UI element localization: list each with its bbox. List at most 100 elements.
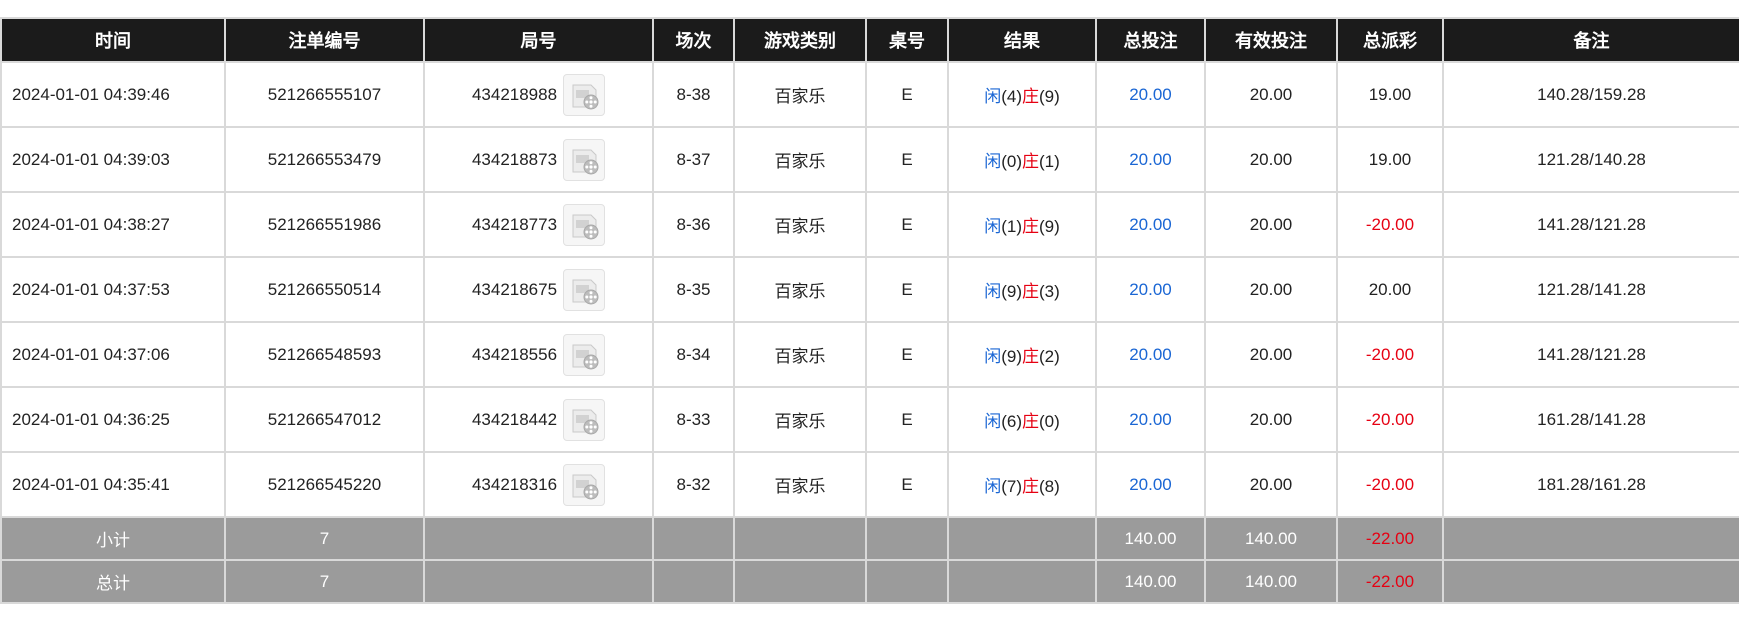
cell-total-bet: 20.00 [1095,126,1206,193]
cell-session: 8-37 [652,126,735,193]
round-id-group: 434218556 [426,333,651,376]
table-row: 2024-01-01 04:39:03 521266553479 434218873… [0,126,1739,193]
header-table-no: 桌号 [865,17,949,63]
film-reel-glyph [572,344,599,369]
summary-payout: -22.00 [1336,516,1444,561]
summary-valid-bet: 140.00 [1204,516,1338,561]
cell-game-type: 百家乐 [733,386,867,453]
cell-bet-id: 521266545220 [224,451,425,518]
header-time: 时间 [0,17,226,63]
summary-empty-cell [1442,559,1739,604]
video-replay-icon[interactable] [563,398,606,441]
cell-result: 闲(4)庄(9) [947,61,1097,128]
video-replay-icon[interactable] [563,268,606,311]
table-row: 2024-01-01 04:38:27 521266551986 434218773… [0,191,1739,258]
round-id-text: 434218773 [471,214,558,234]
cell-bet-id: 521266550514 [224,256,425,323]
round-id-text: 434218556 [471,344,558,364]
cell-game-type: 百家乐 [733,61,867,128]
round-id-group: 434218675 [426,268,651,311]
cell-table-no: E [865,451,949,518]
table-header-row: 时间 注单编号 局号 场次 游戏类别 桌号 结果 总投注 有效投注 总派彩 备注 [0,17,1739,63]
summary-empty-cell [733,516,867,561]
cell-time: 2024-01-01 04:39:46 [0,61,226,128]
summary-empty-cell [1442,516,1739,561]
cell-result: 闲(6)庄(0) [947,386,1097,453]
cell-bet-id: 521266551986 [224,191,425,258]
cell-game-type: 百家乐 [733,126,867,193]
player-points: (4) [1001,87,1022,106]
cell-payout: -20.00 [1336,321,1444,388]
summary-empty-cell [733,559,867,604]
round-id-text: 434218442 [471,409,558,429]
video-replay-icon[interactable] [563,333,606,376]
table-row: 2024-01-01 04:39:46 521266555107 434218988… [0,61,1739,128]
summary-count: 7 [224,516,425,561]
cell-remark: 141.28/121.28 [1442,191,1739,258]
cell-time: 2024-01-01 04:37:06 [0,321,226,388]
cell-payout: -20.00 [1336,386,1444,453]
cell-time: 2024-01-01 04:39:03 [0,126,226,193]
round-id-text: 434218873 [471,149,558,169]
cell-valid-bet: 20.00 [1204,256,1338,323]
player-label: 闲 [984,217,1002,237]
bet-records-page: 时间 注单编号 局号 场次 游戏类别 桌号 结果 总投注 有效投注 总派彩 备注 2024-01-0… [0,0,1739,624]
player-points: (7) [1001,477,1022,496]
cell-session: 8-36 [652,191,735,258]
cell-time: 2024-01-01 04:38:27 [0,191,226,258]
cell-round-id: 434218873 [423,126,654,193]
cell-result: 闲(9)庄(2) [947,321,1097,388]
subtotal-row: 小计 7 140.00 140.00 -22.00 [0,516,1739,561]
player-label: 闲 [984,87,1002,107]
banker-points: (0) [1039,412,1060,431]
cell-payout: -20.00 [1336,451,1444,518]
cell-round-id: 434218556 [423,321,654,388]
video-replay-icon[interactable] [563,203,606,246]
video-replay-icon[interactable] [563,463,606,506]
film-reel-glyph [572,409,599,434]
summary-total-bet: 140.00 [1095,516,1206,561]
banker-points: (9) [1039,217,1060,236]
cell-session: 8-33 [652,386,735,453]
player-points: (1) [1001,217,1022,236]
round-id-group: 434218988 [426,73,651,116]
cell-round-id: 434218316 [423,451,654,518]
cell-total-bet: 20.00 [1095,386,1206,453]
cell-remark: 181.28/161.28 [1442,451,1739,518]
cell-time: 2024-01-01 04:37:53 [0,256,226,323]
summary-empty-cell [865,559,949,604]
cell-valid-bet: 20.00 [1204,126,1338,193]
table-row: 2024-01-01 04:35:41 521266545220 434218316… [0,451,1739,518]
cell-table-no: E [865,386,949,453]
player-label: 闲 [984,412,1002,432]
player-label: 闲 [984,347,1002,367]
cell-round-id: 434218675 [423,256,654,323]
cell-game-type: 百家乐 [733,451,867,518]
header-remark: 备注 [1442,17,1739,63]
cell-total-bet: 20.00 [1095,451,1206,518]
cell-bet-id: 521266555107 [224,61,425,128]
player-label: 闲 [984,282,1002,302]
summary-label: 总计 [0,559,226,604]
cell-valid-bet: 20.00 [1204,61,1338,128]
cell-result: 闲(0)庄(1) [947,126,1097,193]
film-reel-glyph [572,279,599,304]
cell-result: 闲(9)庄(3) [947,256,1097,323]
summary-empty-cell [423,516,654,561]
cell-session: 8-34 [652,321,735,388]
banker-points: (3) [1039,282,1060,301]
cell-session: 8-38 [652,61,735,128]
cell-remark: 141.28/121.28 [1442,321,1739,388]
grand-total-row: 总计 7 140.00 140.00 -22.00 [0,559,1739,604]
cell-valid-bet: 20.00 [1204,191,1338,258]
banker-label: 庄 [1022,347,1039,367]
player-points: (0) [1001,152,1022,171]
cell-table-no: E [865,256,949,323]
round-id-group: 434218442 [426,398,651,441]
video-replay-icon[interactable] [563,73,606,116]
video-replay-icon[interactable] [563,138,606,181]
banker-label: 庄 [1022,412,1039,432]
player-label: 闲 [984,477,1002,497]
cell-result: 闲(7)庄(8) [947,451,1097,518]
summary-valid-bet: 140.00 [1204,559,1338,604]
